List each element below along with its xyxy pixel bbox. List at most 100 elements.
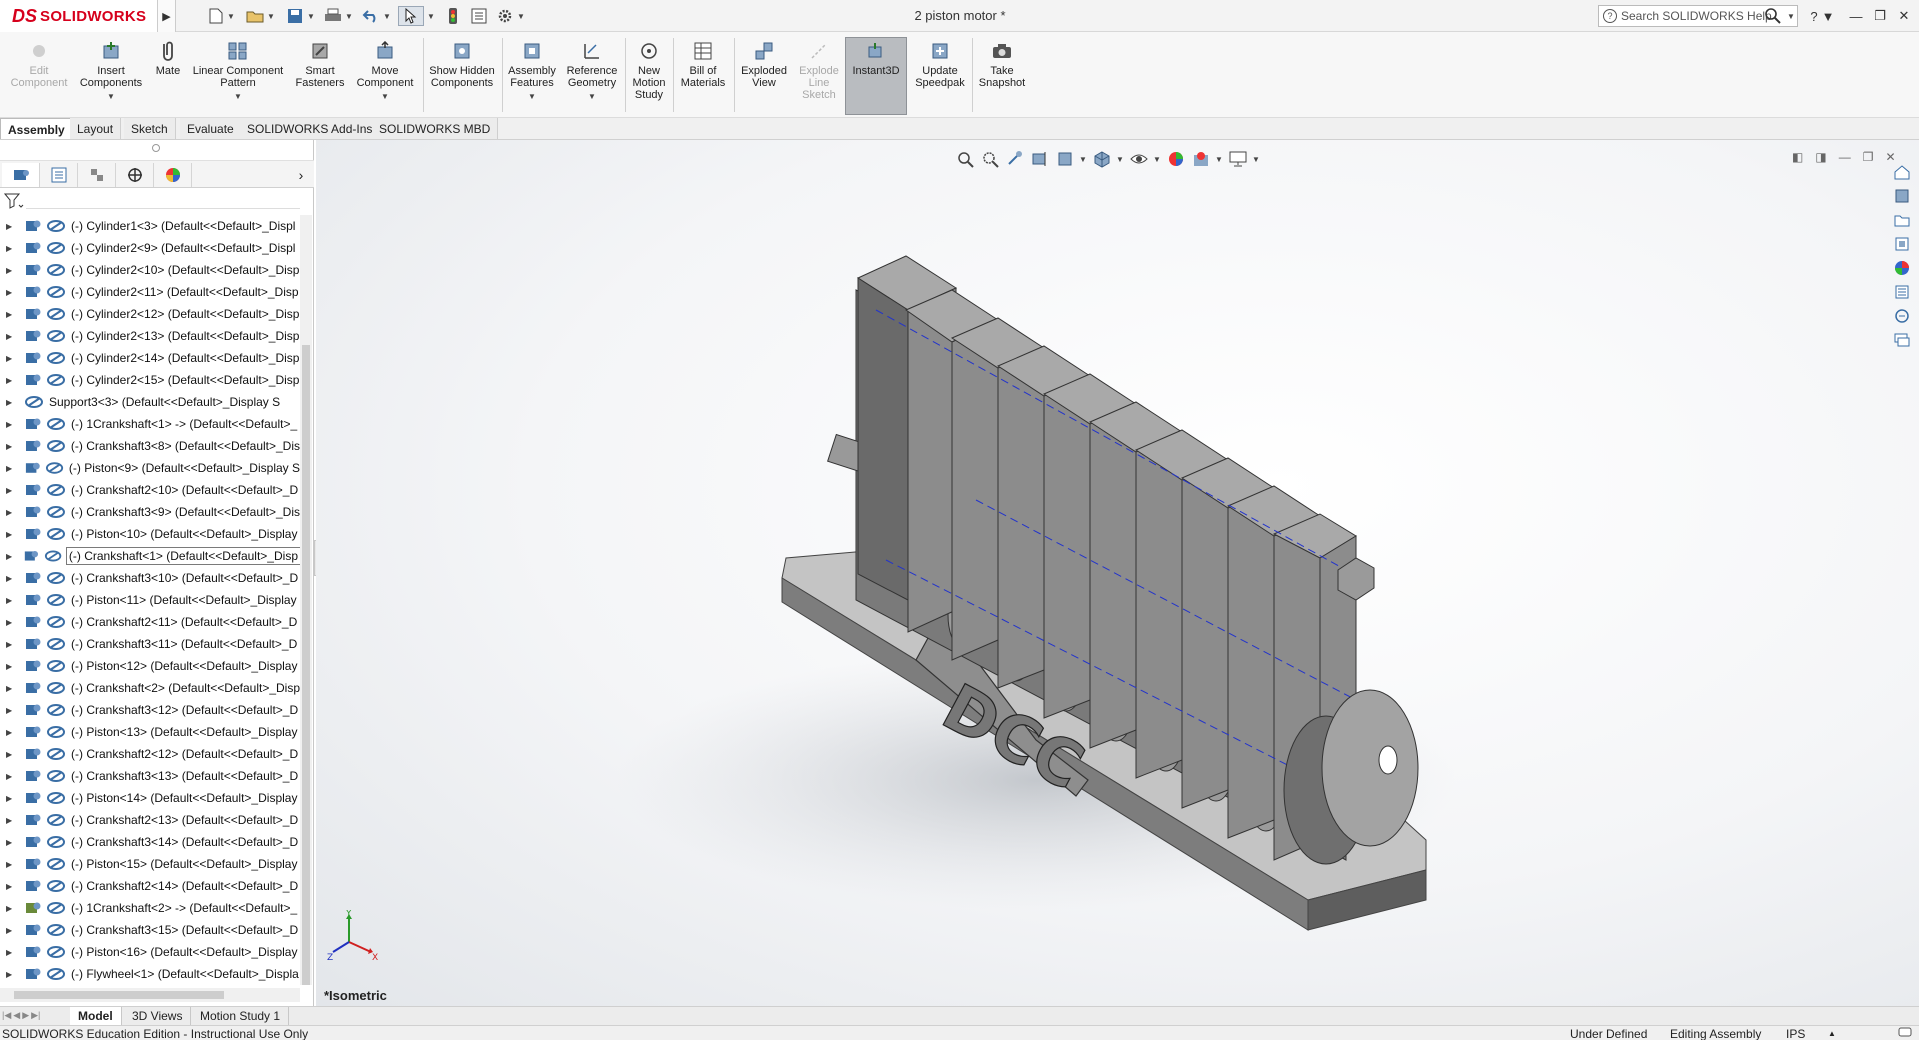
filter-icon[interactable]: [3, 192, 24, 210]
show-hidden-components-button[interactable]: Show Hidden Components: [426, 40, 498, 89]
tree-expand-arrow-icon[interactable]: ▶: [6, 860, 14, 869]
new-motion-study-button[interactable]: New Motion Study: [628, 40, 670, 101]
tree-expand-arrow-icon[interactable]: ▶: [6, 486, 14, 495]
tree-item[interactable]: ▶ (-) Piston<10> (Default<<Default>_Displ…: [0, 523, 300, 545]
tree-expand-arrow-icon[interactable]: ▶: [6, 354, 14, 363]
tree-item[interactable]: ▶ (-) Crankshaft3<9> (Default<<Default>_D…: [0, 501, 300, 523]
tree-item[interactable]: ▶ (-) Crankshaft<1> (Default<<Default>_Di…: [0, 545, 300, 567]
exploded-view-button[interactable]: Exploded View: [736, 40, 792, 89]
tree-hscroll-thumb[interactable]: [14, 991, 224, 999]
tree-expand-arrow-icon[interactable]: ▶: [6, 288, 14, 297]
featuremanager-tree-icon[interactable]: [2, 163, 40, 187]
tree-item[interactable]: ▶ (-) Piston<13> (Default<<Default>_Displ…: [0, 721, 300, 743]
tree-item[interactable]: ▶ (-) Piston<15> (Default<<Default>_Displ…: [0, 853, 300, 875]
tree-expand-arrow-icon[interactable]: ▶: [6, 838, 14, 847]
restore-icon[interactable]: ❐: [1868, 6, 1892, 26]
engine-assembly-model[interactable]: DCC: [316, 140, 1919, 1006]
tree-expand-arrow-icon[interactable]: ▶: [6, 596, 14, 605]
tree-item[interactable]: ▶ (-) Crankshaft3<10> (Default<<Default>_…: [0, 567, 300, 589]
tree-item[interactable]: ▶ (-) Piston<9> (Default<<Default>_Displa…: [0, 457, 300, 479]
tree-expand-arrow-icon[interactable]: ▶: [6, 266, 14, 275]
help-dropdown-arrow[interactable]: ▼: [1822, 6, 1835, 26]
units-dropdown-arrow[interactable]: ▲: [1828, 1027, 1836, 1040]
select-pointer-icon[interactable]: [398, 6, 424, 26]
graphics-area[interactable]: ▼ ▼ ▼ ▼ ▼ ◧ ◨ — ❐ ✕ DCC Y X Z *Isometric: [316, 140, 1919, 1006]
tree-expand-arrow-icon[interactable]: ▶: [6, 244, 14, 253]
update-speedpak-button[interactable]: Update Speedpak: [910, 40, 970, 89]
tree-expand-arrow-icon[interactable]: ▶: [6, 904, 14, 913]
tree-item[interactable]: ▶ (-) Crankshaft2<10> (Default<<Default>_…: [0, 479, 300, 501]
property-manager-icon[interactable]: [40, 163, 78, 187]
insert-components-dropdown-arrow[interactable]: ▼: [107, 91, 115, 103]
menu-expand-arrow[interactable]: ▶: [158, 0, 176, 32]
tree-expand-arrow-icon[interactable]: ▶: [6, 464, 14, 473]
panel-splitter-handle[interactable]: [152, 144, 160, 152]
tree-expand-arrow-icon[interactable]: ▶: [6, 794, 14, 803]
reference-geometry-button[interactable]: Reference Geometry ▼: [562, 40, 622, 103]
tree-item[interactable]: ▶ (-) Crankshaft3<15> (Default<<Default>_…: [0, 919, 300, 941]
tree-expand-arrow-icon[interactable]: ▶: [6, 310, 14, 319]
tree-expand-arrow-icon[interactable]: ▶: [6, 640, 14, 649]
tree-item[interactable]: ▶ (-) Piston<14> (Default<<Default>_Displ…: [0, 787, 300, 809]
tree-item[interactable]: ▶ (-) Piston<11> (Default<<Default>_Displ…: [0, 589, 300, 611]
next-tab-arrow-icon[interactable]: ▶: [22, 1010, 29, 1021]
tab-evaluate[interactable]: Evaluate: [180, 118, 242, 139]
reference-geometry-dropdown-arrow[interactable]: ▼: [588, 91, 596, 103]
tree-expand-arrow-icon[interactable]: ▶: [6, 816, 14, 825]
tree-item[interactable]: ▶ (-) Crankshaft3<11> (Default<<Default>_…: [0, 633, 300, 655]
tree-horizontal-scrollbar[interactable]: [0, 988, 300, 1002]
take-snapshot-button[interactable]: Take Snapshot: [974, 40, 1030, 89]
print-icon[interactable]: [322, 6, 344, 26]
edit-component-button[interactable]: Edit Component: [6, 40, 72, 89]
tab-solidworks-mbd[interactable]: SOLIDWORKS MBD: [372, 118, 499, 139]
prev-tab-arrow-icon[interactable]: ◀: [13, 1010, 20, 1021]
tree-expand-arrow-icon[interactable]: ▶: [6, 662, 14, 671]
tree-expand-arrow-icon[interactable]: ▶: [6, 706, 14, 715]
save-dropdown-arrow[interactable]: ▼: [306, 6, 316, 26]
tree-item[interactable]: ▶ (-) Piston<12> (Default<<Default>_Displ…: [0, 655, 300, 677]
tab-model[interactable]: Model: [70, 1007, 122, 1026]
tab-assembly[interactable]: Assembly: [0, 118, 73, 139]
insert-components-button[interactable]: Insert Components ▼: [76, 40, 146, 103]
open-folder-icon[interactable]: [244, 6, 266, 26]
tree-item[interactable]: ▶ (-) Crankshaft3<12> (Default<<Default>_…: [0, 699, 300, 721]
tab-3d-views[interactable]: 3D Views: [124, 1007, 192, 1026]
tree-expand-arrow-icon[interactable]: ▶: [6, 376, 14, 385]
bill-of-materials-button[interactable]: Bill of Materials: [676, 40, 730, 89]
tree-expand-arrow-icon[interactable]: ▶: [6, 552, 13, 561]
minimize-icon[interactable]: —: [1844, 6, 1868, 26]
tree-item[interactable]: ▶ (-) 1Crankshaft<2> -> (Default<<Default…: [0, 897, 300, 919]
tree-item[interactable]: ▶ (-) 1Crankshaft<1> -> (Default<<Default…: [0, 413, 300, 435]
tree-item[interactable]: ▶ (-) Crankshaft<2> (Default<<Default>_Di…: [0, 677, 300, 699]
undo-icon[interactable]: [360, 6, 382, 26]
tree-expand-arrow-icon[interactable]: ▶: [6, 728, 14, 737]
tree-expand-arrow-icon[interactable]: ▶: [6, 398, 14, 407]
configuration-manager-icon[interactable]: [78, 163, 116, 187]
undo-dropdown-arrow[interactable]: ▼: [382, 6, 392, 26]
tree-expand-arrow-icon[interactable]: ▶: [6, 574, 14, 583]
tree-item[interactable]: ▶ (-) Crankshaft3<14> (Default<<Default>_…: [0, 831, 300, 853]
assembly-features-button[interactable]: Assembly Features ▼: [506, 40, 558, 103]
display-manager-icon[interactable]: [154, 163, 192, 187]
print-dropdown-arrow[interactable]: ▼: [344, 6, 354, 26]
tree-expand-arrow-icon[interactable]: ▶: [6, 750, 14, 759]
tree-item[interactable]: ▶ (-) Piston<16> (Default<<Default>_Displ…: [0, 941, 300, 963]
new-document-icon[interactable]: [206, 6, 226, 26]
mate-button[interactable]: Mate: [150, 40, 186, 77]
tree-scroll-thumb[interactable]: [302, 345, 310, 985]
linear-component-pattern-button[interactable]: Linear Component Pattern ▼: [188, 40, 288, 103]
tab-motion-study-1[interactable]: Motion Study 1: [192, 1007, 290, 1026]
tree-item[interactable]: ▶ (-) Cylinder2<9> (Default<<Default>_Dis…: [0, 237, 300, 259]
tree-expand-arrow-icon[interactable]: ▶: [6, 772, 14, 781]
solidworks-logo[interactable]: DS SOLIDWORKS: [0, 0, 158, 32]
move-component-button[interactable]: Move Component ▼: [352, 40, 418, 103]
tab-layout[interactable]: Layout: [70, 118, 122, 139]
tree-expand-arrow-icon[interactable]: ▶: [6, 332, 14, 341]
tree-expand-arrow-icon[interactable]: ▶: [6, 970, 14, 979]
tree-item[interactable]: ▶ (-) Cylinder2<11> (Default<<Default>_Di…: [0, 281, 300, 303]
tree-expand-arrow-icon[interactable]: ▶: [6, 684, 14, 693]
tree-expand-arrow-icon[interactable]: ▶: [6, 508, 14, 517]
rebuild-traffic-light-icon[interactable]: [442, 6, 464, 26]
open-dropdown-arrow[interactable]: ▼: [266, 6, 276, 26]
save-icon[interactable]: [284, 6, 306, 26]
